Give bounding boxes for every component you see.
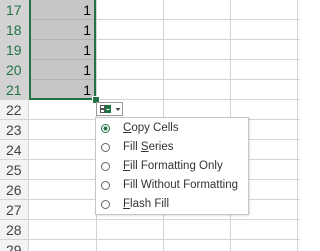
chevron-down-icon <box>115 108 121 111</box>
menu-item-flash-fill[interactable]: Flash Fill <box>96 195 248 214</box>
row-header-29[interactable]: 29 <box>0 240 29 251</box>
row-header-26[interactable]: 26 <box>0 180 29 200</box>
radio-unselected-icon[interactable] <box>101 143 110 152</box>
radio-unselected-icon[interactable] <box>101 162 110 171</box>
spreadsheet-grid[interactable]: 17 18 19 20 21 22 23 24 25 26 27 28 29 1… <box>0 0 300 251</box>
autofill-options-icon <box>100 105 111 113</box>
access-key: C <box>123 122 132 134</box>
row-header-19[interactable]: 19 <box>0 40 29 60</box>
row-gridline <box>29 239 300 240</box>
menu-item-fill-formatting-only[interactable]: Fill Formatting Only <box>96 157 248 176</box>
radio-selected-icon[interactable] <box>101 124 110 133</box>
row-header-25[interactable]: 25 <box>0 160 29 180</box>
auto-fill-options-button[interactable] <box>96 102 123 116</box>
cell-b20[interactable]: 1 <box>31 60 91 80</box>
cell-b19[interactable]: 1 <box>31 40 91 60</box>
radio-unselected-icon[interactable] <box>101 181 110 190</box>
menu-item-label: Fill Without Formatting <box>123 179 239 191</box>
cell-b18[interactable]: 1 <box>31 20 91 40</box>
row-header-17[interactable]: 17 <box>0 0 29 20</box>
cell-b17[interactable]: 1 <box>31 0 91 20</box>
menu-item-fill-series[interactable]: Fill Series <box>96 138 248 157</box>
menu-item-label: Fill Series <box>123 141 174 153</box>
access-key: S <box>140 141 149 153</box>
radio-unselected-icon[interactable] <box>101 200 110 209</box>
menu-item-copy-cells[interactable]: Copy Cells <box>96 119 248 138</box>
row-header-column: 17 18 19 20 21 22 23 24 25 26 27 28 29 <box>0 0 29 251</box>
menu-item-label: Copy Cells <box>123 122 179 134</box>
row-header-28[interactable]: 28 <box>0 220 29 240</box>
auto-fill-options-menu: Copy Cells Fill Series Fill Formatting O… <box>95 117 249 215</box>
row-gridline <box>29 219 300 220</box>
menu-item-label: Flash Fill <box>123 198 170 210</box>
row-header-23[interactable]: 23 <box>0 120 29 140</box>
column-gridline <box>297 0 298 251</box>
row-header-24[interactable]: 24 <box>0 140 29 160</box>
cell-b21[interactable]: 1 <box>31 80 91 100</box>
menu-item-label: Fill Formatting Only <box>123 160 223 172</box>
access-key: F <box>123 198 131 210</box>
menu-item-fill-without-formatting[interactable]: Fill Without Formatting <box>96 176 248 195</box>
row-header-27[interactable]: 27 <box>0 200 29 220</box>
row-header-18[interactable]: 18 <box>0 20 29 40</box>
row-header-22[interactable]: 22 <box>0 100 29 120</box>
row-header-20[interactable]: 20 <box>0 60 29 80</box>
row-header-21[interactable]: 21 <box>0 80 29 100</box>
access-key: F <box>123 160 131 172</box>
